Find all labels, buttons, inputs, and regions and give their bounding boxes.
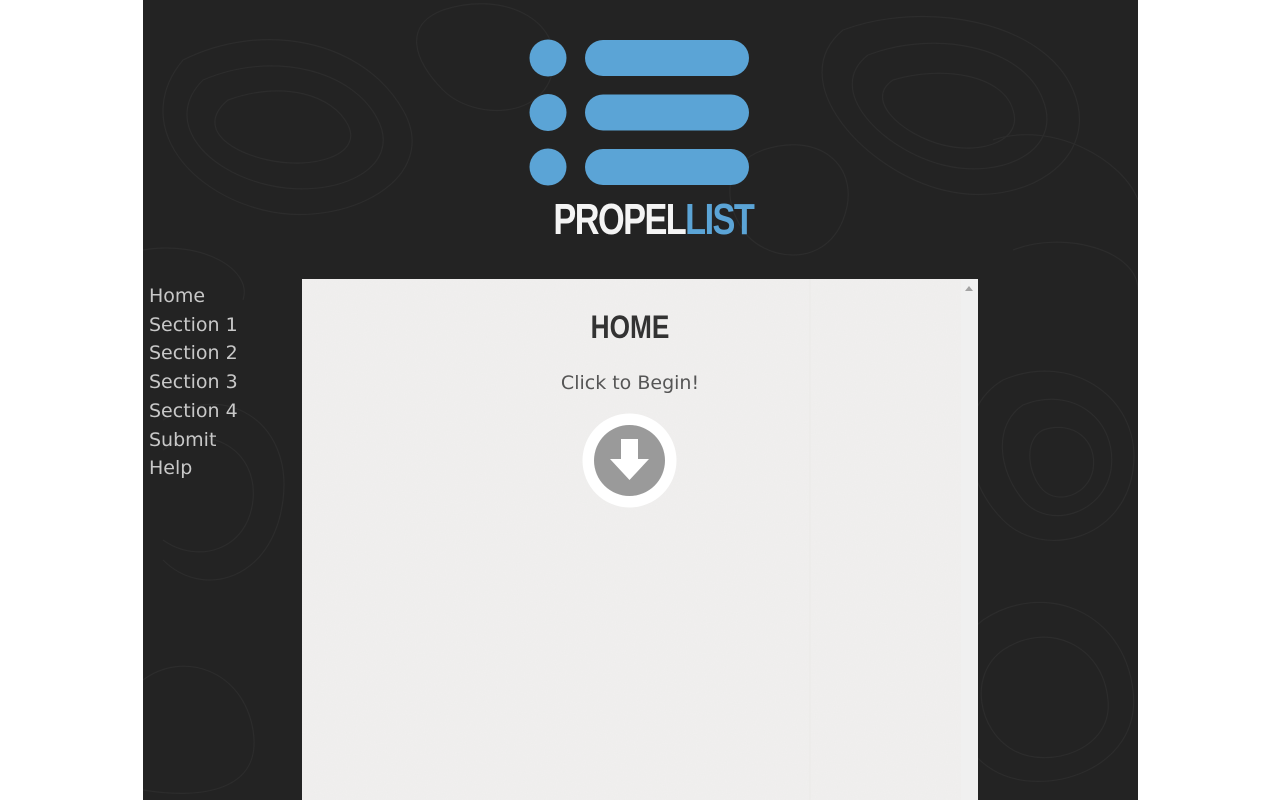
nav-item-help[interactable]: Help xyxy=(149,454,299,483)
nav-item-section-1[interactable]: Section 1 xyxy=(149,311,299,340)
brand-wordmark: PROPELLIST xyxy=(553,195,754,244)
content-scrollbar[interactable] xyxy=(961,279,978,800)
paper-texture xyxy=(302,279,962,800)
list-icon xyxy=(529,39,749,186)
sidebar-nav: Home Section 1 Section 2 Section 3 Secti… xyxy=(149,282,299,483)
propellist-logo: PROPELLIST xyxy=(529,38,755,244)
scroll-up-arrow-icon[interactable] xyxy=(965,286,973,291)
app-window: PROPELLIST Home Section 1 Section 2 Sect… xyxy=(143,0,1138,800)
wordmark-part-list: LIST xyxy=(685,195,755,244)
nav-item-home[interactable]: Home xyxy=(149,282,299,311)
begin-button[interactable] xyxy=(582,413,677,508)
nav-item-submit[interactable]: Submit xyxy=(149,426,299,455)
nav-item-section-4[interactable]: Section 4 xyxy=(149,397,299,426)
page-title: HOME xyxy=(590,309,670,345)
nav-item-section-2[interactable]: Section 2 xyxy=(149,339,299,368)
content-panel: HOME Click to Begin! xyxy=(302,279,978,800)
wordmark-part-propel: PROPEL xyxy=(553,195,686,244)
click-to-begin-text: Click to Begin! xyxy=(560,372,700,394)
arrow-down-circle-icon xyxy=(582,413,677,508)
nav-item-section-3[interactable]: Section 3 xyxy=(149,368,299,397)
